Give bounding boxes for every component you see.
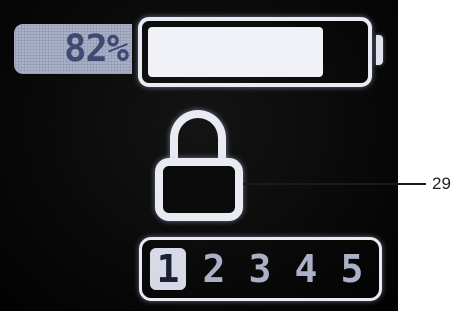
slot-4-button[interactable]: 4 xyxy=(288,248,324,290)
padlock-body xyxy=(155,158,243,221)
slot-1-button[interactable]: 1 xyxy=(150,248,186,290)
battery-percent-label: 82% xyxy=(64,27,129,70)
device-screen: 82% 1 2 3 4 5 xyxy=(0,0,398,311)
battery-percent-badge: 82% xyxy=(14,24,132,74)
padlock-icon[interactable] xyxy=(155,110,245,221)
battery-level-fill xyxy=(148,27,323,77)
battery-icon xyxy=(138,17,372,87)
battery-terminal xyxy=(376,35,383,65)
slot-3-button[interactable]: 3 xyxy=(242,248,278,290)
callout-leader-line xyxy=(243,183,426,185)
slot-5-button[interactable]: 5 xyxy=(334,248,370,290)
slot-selector: 1 2 3 4 5 xyxy=(139,237,382,301)
callout-label: 29 xyxy=(432,174,451,193)
slot-2-button[interactable]: 2 xyxy=(196,248,232,290)
